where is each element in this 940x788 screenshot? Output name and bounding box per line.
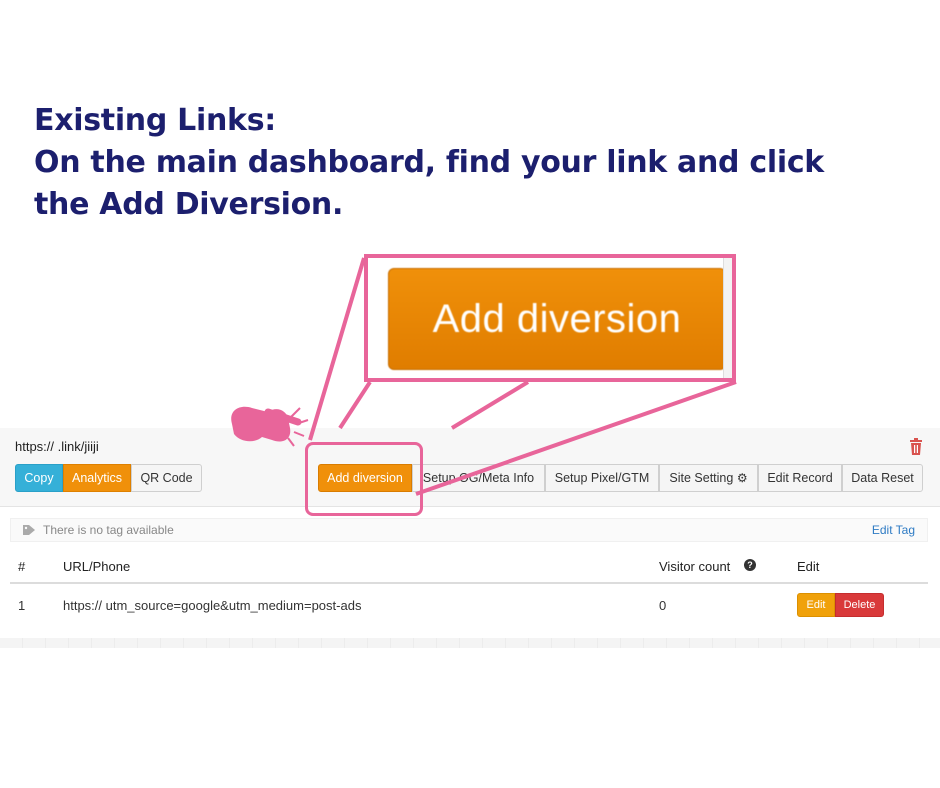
site-setting-label: Site Setting: [669, 471, 734, 485]
zoom-edge: [723, 258, 732, 378]
instruction-headline: Existing Links: On the main dashboard, f…: [34, 100, 854, 226]
row-visitor-count: 0: [659, 598, 667, 613]
data-reset-button[interactable]: Data Reset: [842, 464, 923, 492]
headline-line-2: On the main dashboard, find your link an…: [34, 145, 824, 180]
headline-line-1: Existing Links:: [34, 103, 276, 138]
column-header-edit: Edit: [797, 559, 820, 574]
setup-pixel-gtm-button[interactable]: Setup Pixel/GTM: [545, 464, 659, 492]
edit-tag-link[interactable]: Edit Tag: [872, 523, 915, 537]
edit-record-button[interactable]: Edit Record: [758, 464, 842, 492]
link-panel-header: https:// .link/jiiji Copy Analytics QR C…: [0, 428, 940, 507]
site-setting-button[interactable]: Site Setting ⚙: [659, 464, 758, 492]
link-panel: https:// .link/jiiji Copy Analytics QR C…: [0, 428, 940, 639]
tag-icon: [23, 525, 35, 535]
row-edit-button[interactable]: Edit: [797, 593, 835, 617]
column-header-url: URL/Phone: [63, 559, 131, 574]
gear-icon: ⚙: [736, 471, 748, 485]
zoomed-add-diversion-button: Add diversion: [388, 268, 726, 370]
background-grid-strip: [0, 638, 940, 648]
qr-code-button[interactable]: QR Code: [131, 464, 202, 492]
setup-og-meta-button[interactable]: Setup OG/Meta Info: [412, 464, 545, 492]
column-header-visitor-count: Visitor count: [659, 559, 731, 574]
row-delete-button[interactable]: Delete: [835, 593, 884, 617]
table-divider: [10, 582, 928, 584]
add-diversion-highlight: [305, 442, 423, 516]
zoom-callout: Add diversion: [364, 254, 736, 382]
row-url: https:// utm_source=google&utm_medium=po…: [63, 598, 362, 613]
row-index: 1: [18, 598, 26, 613]
question-icon[interactable]: ?: [744, 559, 756, 571]
copy-button[interactable]: Copy: [15, 464, 63, 492]
column-header-index: #: [18, 559, 26, 574]
trash-icon[interactable]: [908, 438, 924, 456]
no-tag-text: There is no tag available: [43, 523, 174, 537]
short-link-url[interactable]: https:// .link/jiiji: [15, 439, 99, 454]
headline-line-3: the Add Diversion.: [34, 187, 344, 222]
tag-row: There is no tag available Edit Tag: [10, 518, 928, 542]
analytics-button[interactable]: Analytics: [63, 464, 131, 492]
